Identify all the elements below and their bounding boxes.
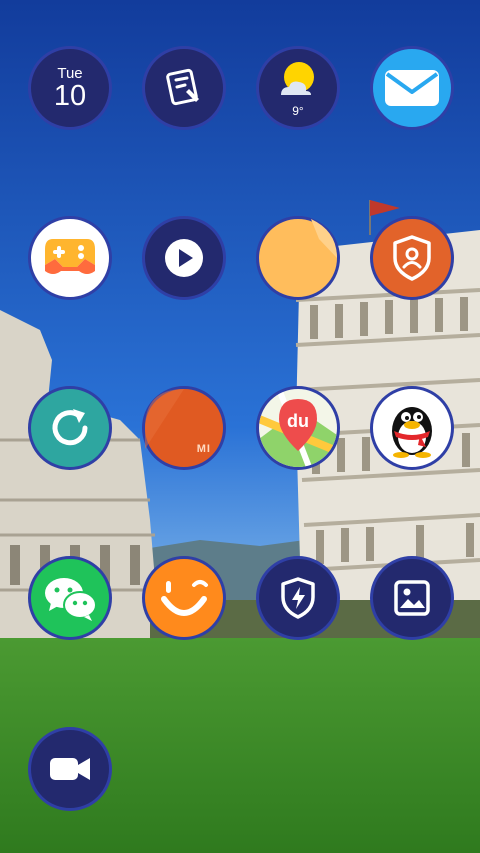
calendar-date: 10 — [53, 79, 87, 112]
qq-app[interactable] — [370, 386, 454, 470]
baidu-maps-app[interactable]: du — [256, 386, 340, 470]
play-icon — [165, 239, 203, 277]
notes-app[interactable] — [142, 46, 226, 130]
game-center-app[interactable] — [28, 216, 112, 300]
mi-icon — [145, 389, 184, 449]
updater-app[interactable] — [28, 386, 112, 470]
weather-app[interactable]: 9° — [256, 46, 340, 130]
gamepad-icon — [45, 239, 95, 274]
shield-bolt-icon — [281, 577, 315, 619]
refresh-icon — [52, 409, 88, 446]
smiley-icon — [161, 580, 208, 616]
qq-penguin-icon — [392, 407, 432, 458]
wechat-app[interactable] — [28, 556, 112, 640]
screen-recorder-app[interactable] — [28, 727, 112, 811]
gallery-icon — [394, 580, 430, 616]
mi-label: MI — [196, 443, 211, 455]
folder-icon — [311, 219, 337, 258]
video-player-app[interactable] — [142, 216, 226, 300]
mi-store-app[interactable]: MI — [142, 386, 226, 470]
video-camera-icon — [50, 758, 90, 780]
gallery-app[interactable] — [370, 556, 454, 640]
weather-temperature: 9° — [292, 104, 304, 118]
wechat-icon — [45, 578, 97, 621]
file-manager-app[interactable] — [256, 216, 340, 300]
weather-icon — [281, 62, 314, 95]
calendar-icon: Tue 10 — [54, 66, 86, 111]
calendar-day: Tue — [57, 64, 83, 82]
notes-icon — [166, 68, 199, 106]
mail-app[interactable] — [370, 46, 454, 130]
baidu-maps-label: du — [287, 411, 309, 431]
face-app[interactable] — [142, 556, 226, 640]
calendar-app[interactable]: Tue 10 — [28, 46, 112, 130]
shield-user-icon — [393, 235, 431, 281]
security-app[interactable] — [370, 216, 454, 300]
cleaner-app[interactable] — [256, 556, 340, 640]
mail-icon — [385, 70, 439, 106]
